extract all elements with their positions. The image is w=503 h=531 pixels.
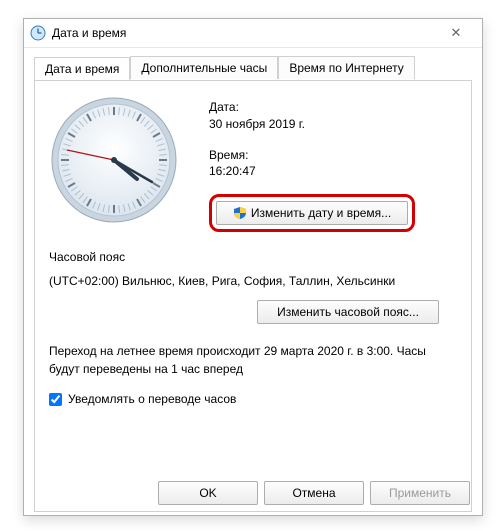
change-timezone-label: Изменить часовой пояс...: [277, 305, 419, 319]
tab-additional-clocks[interactable]: Дополнительные часы: [130, 56, 278, 79]
clock-icon: [30, 25, 46, 41]
notify-dst-label: Уведомлять о переводе часов: [68, 392, 236, 406]
window-title: Дата и время: [52, 26, 436, 40]
close-button[interactable]: ✕: [436, 25, 476, 41]
change-date-time-label: Изменить дату и время...: [251, 205, 391, 222]
dialog-buttons: OK Отмена Применить: [158, 481, 470, 505]
change-timezone-button[interactable]: Изменить часовой пояс...: [257, 300, 439, 324]
timezone-value: (UTC+02:00) Вильнюс, Киев, Рига, София, …: [49, 274, 457, 288]
time-label: Время:: [209, 147, 415, 164]
notify-dst-checkbox[interactable]: [49, 393, 62, 406]
timezone-label: Часовой пояс: [49, 250, 457, 264]
tab-date-time[interactable]: Дата и время: [34, 57, 130, 80]
highlight-ring: Изменить дату и время...: [209, 194, 415, 232]
time-value: 16:20:47: [209, 163, 415, 180]
tab-pane: Дата: 30 ноября 2019 г. Время: 16:20:47 …: [34, 80, 472, 512]
tab-strip: Дата и времяДополнительные часыВремя по …: [34, 56, 472, 80]
date-time-dialog: Дата и время ✕ Дата и времяДополнительны…: [23, 18, 483, 516]
ok-button[interactable]: OK: [158, 481, 258, 505]
titlebar: Дата и время ✕: [24, 19, 482, 48]
dst-text: Переход на летнее время происходит 29 ма…: [49, 342, 457, 378]
tab-internet-time[interactable]: Время по Интернету: [278, 56, 414, 79]
date-label: Дата:: [209, 99, 415, 116]
apply-button[interactable]: Применить: [370, 481, 470, 505]
change-date-time-button[interactable]: Изменить дату и время...: [216, 201, 408, 225]
date-value: 30 ноября 2019 г.: [209, 116, 415, 133]
shield-icon: [233, 206, 247, 220]
cancel-button[interactable]: Отмена: [264, 481, 364, 505]
analog-clock: [49, 95, 179, 225]
